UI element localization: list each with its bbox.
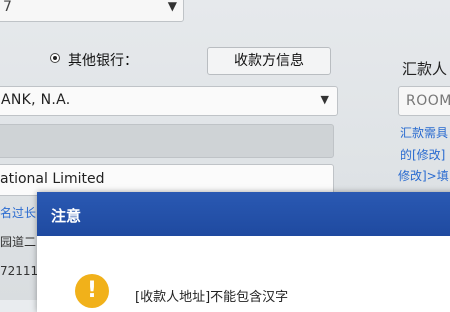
remitter-note-line1: 汇款需具 — [400, 126, 449, 140]
company-name-value: ational Limited — [0, 171, 105, 187]
number-text: 72111 — [0, 264, 39, 278]
other-bank-radio[interactable] — [50, 53, 60, 63]
bank-name-select[interactable]: ANK, N.A. ▼ — [0, 86, 338, 116]
remitter-modify-link[interactable]: 的[修改] — [400, 146, 445, 163]
warning-dialog: 注意 ! [收款人地址]不能包含汉字 — [37, 192, 450, 312]
dialog-title: 注意 — [51, 207, 82, 225]
dialog-message: [收款人地址]不能包含汉字 — [135, 290, 289, 305]
chevron-down-icon: ▼ — [320, 93, 329, 106]
bank-name-value: ANK, N.A. — [1, 92, 71, 108]
warning-icon: ! — [75, 274, 109, 308]
remitter-modify-link-2[interactable]: 修改]>填 — [398, 167, 449, 184]
remitter-address-input[interactable]: ROOM — [398, 86, 450, 116]
top-dropdown-value: 7 — [3, 0, 12, 15]
top-dropdown[interactable]: 7 ▼ — [0, 0, 184, 22]
dialog-header[interactable]: 注意 — [37, 192, 450, 236]
chevron-down-icon: ▼ — [167, 0, 177, 13]
remitter-title: 汇款人 — [402, 60, 448, 78]
other-bank-label: 其他银行： — [68, 53, 138, 69]
readonly-field — [0, 124, 334, 158]
payee-info-button[interactable]: 收款方信息 — [207, 47, 331, 75]
length-warning-note: 名过长 — [0, 206, 37, 220]
address-text: 园道二 — [0, 235, 37, 249]
remitter-address-value: ROOM — [406, 93, 450, 109]
